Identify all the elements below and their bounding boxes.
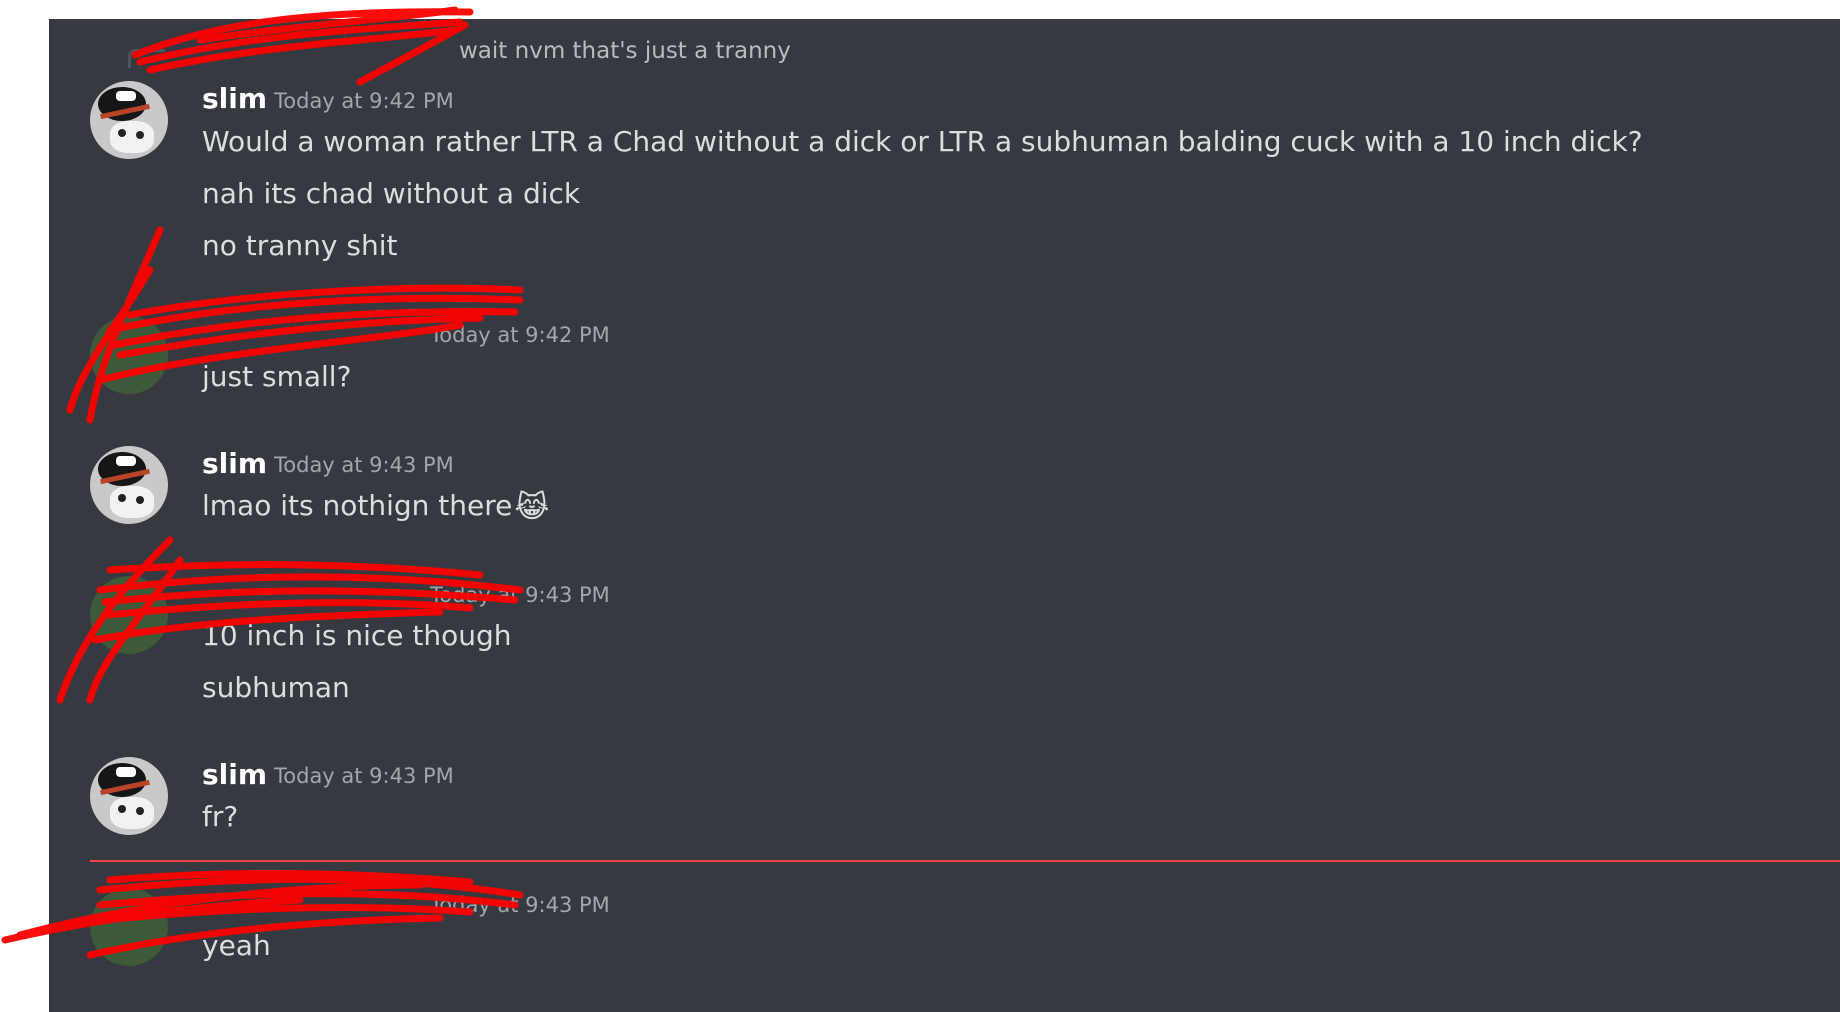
message-timestamp: Today at 9:43 PM	[274, 764, 454, 788]
reply-preview-text[interactable]: wait nvm that's just a tranny	[459, 38, 791, 64]
message-author[interactable]: slim	[202, 447, 267, 480]
avatar[interactable]	[90, 316, 168, 394]
avatar[interactable]	[90, 757, 168, 835]
avatar[interactable]	[90, 888, 168, 966]
message-timestamp: Today at 9:43 PM	[430, 583, 610, 607]
reply-connector	[128, 49, 165, 68]
message-text: yeah	[202, 929, 271, 962]
message-text: just small?	[202, 360, 352, 393]
message-text: no tranny shit	[202, 229, 398, 262]
message-text: subhuman	[202, 671, 350, 704]
message-text-content: lmao its nothign there	[202, 489, 513, 522]
message-text: nah its chad without a dick	[202, 177, 581, 210]
message-text: Would a woman rather LTR a Chad without …	[202, 125, 1643, 158]
message-timestamp: Today at 9:43 PM	[430, 893, 610, 917]
message-author[interactable]: slim	[202, 82, 267, 115]
message-timestamp: Today at 9:43 PM	[274, 453, 454, 477]
message-timestamp: Today at 9:42 PM	[274, 89, 454, 113]
avatar[interactable]	[90, 446, 168, 524]
avatar[interactable]	[90, 576, 168, 654]
message-text: fr?	[202, 800, 239, 833]
message-text: lmao its nothign there😹	[202, 489, 549, 525]
message-author[interactable]: slim	[202, 758, 267, 791]
avatar[interactable]	[90, 81, 168, 159]
joy-cat-emoji-icon: 😹	[514, 489, 550, 525]
new-messages-divider	[90, 860, 1840, 862]
message-text: 10 inch is nice though	[202, 619, 512, 652]
message-timestamp: Today at 9:42 PM	[430, 323, 610, 347]
